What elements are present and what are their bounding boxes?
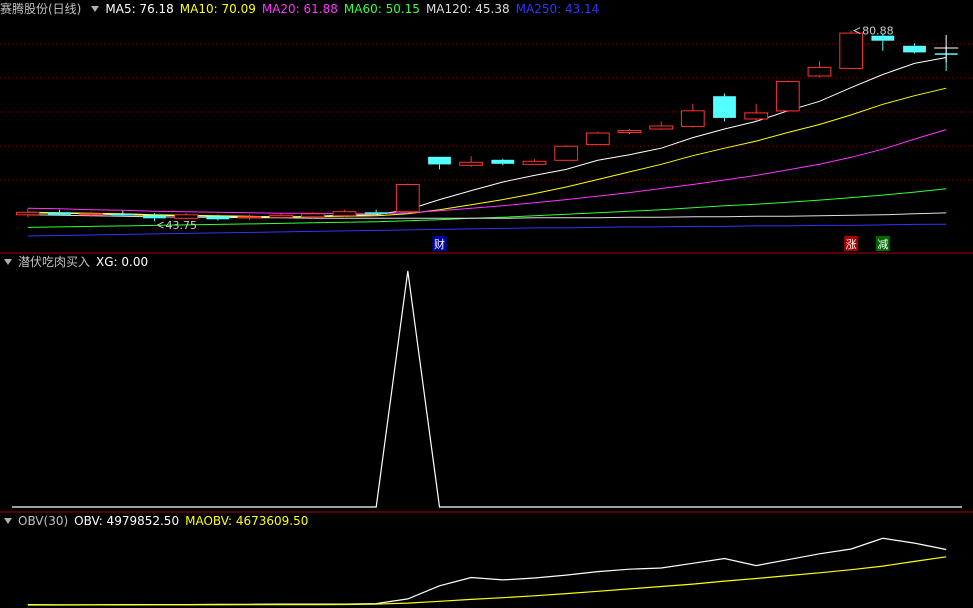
xg-value: XG: 0.00: [96, 255, 149, 269]
candle-body: [459, 161, 484, 166]
candle-body: [395, 184, 420, 213]
high-price-label: 80.88: [862, 25, 894, 38]
main-legend: 赛腾股份(日线) MA5: 76.18 MA10: 70.09 MA20: 61…: [0, 0, 605, 18]
candle-body: [491, 159, 515, 164]
event-badge-label: 涨: [846, 238, 857, 251]
ma60-label: MA60: 50.15: [343, 2, 420, 16]
candle-body: [332, 211, 357, 217]
event-badge-label: 财: [434, 237, 445, 251]
collapse-triangle-icon[interactable]: [4, 259, 12, 265]
indicator-legend: 潜伏吃肉买入 XG: 0.00: [0, 253, 154, 271]
ma5-label: MA5: 76.18: [105, 2, 174, 16]
candle-body: [903, 45, 926, 53]
candle-body: [237, 216, 262, 219]
indicator-line-maobv: [27, 556, 947, 606]
candle-body: [174, 214, 199, 219]
maobv-value: MAOBV: 4673609.50: [185, 514, 309, 528]
stock-title: 赛腾股份(日线): [0, 2, 82, 16]
candle-body: [522, 160, 547, 165]
candle-body: [585, 132, 610, 146]
indicator-line-obv: [27, 537, 947, 606]
indicator-line-xg: [12, 270, 962, 508]
ma20-label: MA20: 61.88: [261, 2, 338, 16]
candle-body: [680, 110, 705, 127]
indicator-title: 潜伏吃肉买入: [18, 255, 91, 269]
candle-body: [364, 212, 388, 214]
candle-body: [48, 212, 71, 215]
candle-body: [269, 214, 294, 218]
event-badge-label: 减: [877, 238, 888, 251]
candle-body: [143, 215, 166, 219]
candle-body: [300, 213, 325, 218]
candle-body: [744, 112, 769, 120]
ma120-label: MA120: 45.38: [425, 2, 510, 16]
ma250-label: MA250: 43.14: [515, 2, 600, 16]
candle-body: [15, 211, 40, 216]
candle-body: [617, 130, 642, 133]
candle-body: [775, 81, 800, 112]
candle-body: [428, 156, 451, 165]
candle-body: [554, 145, 579, 161]
candle-body: [111, 213, 135, 216]
obv-legend: OBV(30) OBV: 4979852.50 MAOBV: 4673609.5…: [0, 512, 314, 530]
obv-title: OBV(30): [18, 514, 69, 528]
obv-value: OBV: 4979852.50: [74, 514, 180, 528]
ma-line-ma5: [27, 57, 947, 218]
collapse-triangle-icon[interactable]: [91, 6, 100, 12]
candle-body: [713, 96, 736, 118]
ma10-label: MA10: 70.09: [179, 2, 256, 16]
candle-body: [649, 125, 674, 130]
low-price-label: 43.75: [166, 219, 198, 232]
candle-body: [807, 66, 832, 77]
candle-body: [206, 216, 230, 220]
collapse-triangle-icon[interactable]: [4, 518, 12, 524]
candle-body: [79, 213, 104, 216]
ma-line-ma10: [27, 87, 947, 218]
candle-body: [839, 32, 864, 69]
